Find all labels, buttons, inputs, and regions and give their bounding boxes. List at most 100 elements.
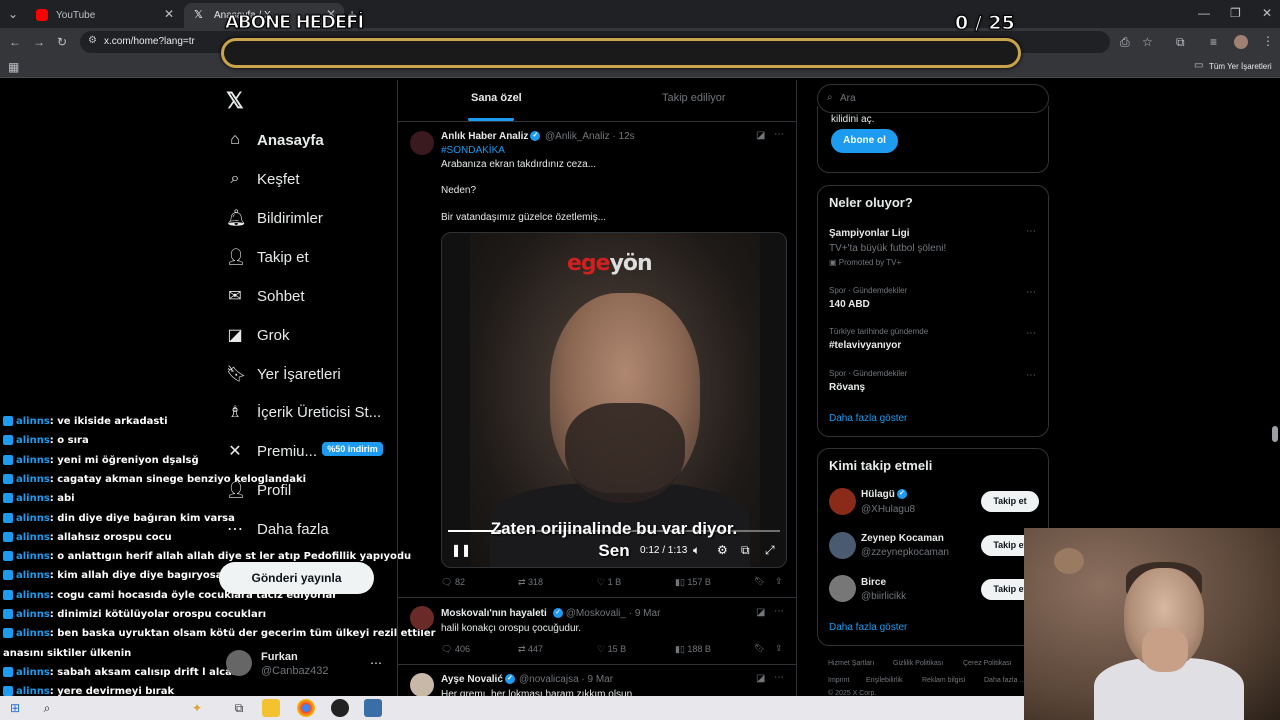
pip-icon[interactable]: ⧉ — [741, 543, 750, 558]
more-icon[interactable]: ⋯ — [1026, 370, 1036, 381]
more-icon[interactable]: ⋯ — [1026, 226, 1036, 237]
like-button[interactable]: ♡ 1 B — [597, 577, 621, 588]
hashtag-link[interactable]: #SONDAKİKA — [441, 145, 505, 156]
webcam-overlay — [1024, 528, 1280, 720]
settings-icon[interactable]: ⚙ — [717, 543, 728, 557]
repost-button[interactable]: ⇄ 447 — [518, 644, 543, 655]
obs-icon[interactable] — [331, 699, 349, 717]
twitch-icon — [3, 666, 13, 677]
reload-icon[interactable]: ↻ — [57, 35, 67, 49]
fullscreen-icon[interactable]: ⤢ — [765, 543, 775, 558]
bookmark-icon[interactable]: 🔖︎ — [754, 643, 765, 654]
show-more-link[interactable]: Daha fazla göster — [829, 622, 907, 633]
tweet-author-name[interactable]: Anlık Haber Analiz ✓ — [441, 131, 541, 142]
reply-button[interactable]: 🗨︎ 82 — [441, 577, 465, 588]
more-icon[interactable]: ⋯ — [774, 672, 784, 683]
footer-link[interactable]: Gizlilik Politikası — [893, 660, 943, 667]
tweet-handle[interactable]: ✓ @Moskovali_ · 9 Mar — [551, 608, 660, 619]
close-window-icon[interactable]: ✕ — [1262, 6, 1272, 20]
more-icon[interactable]: ⋯ — [774, 606, 784, 617]
grok-icon[interactable]: ◪ — [756, 673, 765, 684]
grok-icon[interactable]: ◪ — [756, 607, 765, 618]
show-more-link[interactable]: Daha fazla göster — [829, 413, 907, 424]
views-button[interactable]: ▮▯ 188 B — [675, 644, 711, 655]
footer-link[interactable]: Daha fazla ... — [984, 677, 1025, 684]
x-logo-icon[interactable]: 𝕏 — [226, 88, 244, 114]
footer-link[interactable]: Erişilebilirlik — [866, 677, 903, 684]
verified-icon: ✓ — [504, 674, 515, 685]
avatar — [829, 532, 856, 559]
more-icon[interactable]: ⋯ — [1026, 328, 1036, 339]
nav-item-mail[interactable]: ✉ Sohbet — [226, 284, 304, 308]
star-icon[interactable]: ☆ — [1142, 35, 1153, 49]
more-icon[interactable]: ⋯ — [370, 656, 382, 670]
reply-button[interactable]: 🗨︎ 406 — [441, 644, 470, 655]
tweet-handle[interactable]: @novalicajsa · 9 Mar — [519, 674, 613, 685]
task-view-icon[interactable]: ⧉ — [230, 699, 248, 717]
search-icon: ⌕ — [230, 170, 240, 187]
footer-link[interactable]: Reklam bilgisi — [922, 677, 965, 684]
media-icon[interactable]: ≡ — [1210, 35, 1217, 49]
page-scrollbar[interactable] — [1272, 426, 1278, 442]
chat-username: alinns — [16, 473, 50, 485]
chrome-icon[interactable] — [297, 699, 315, 717]
nav-item-follow[interactable]: 👤︎ Takip et — [226, 245, 309, 269]
forward-icon[interactable]: → — [33, 35, 45, 49]
pause-icon[interactable]: ❚❚ — [451, 543, 471, 557]
nav-item-grok[interactable]: ◪ Grok — [226, 323, 290, 347]
tab-youtube[interactable]: YouTube ✕ — [26, 3, 182, 28]
grok-icon[interactable]: ◪ — [756, 130, 765, 141]
nav-item-label: Grok — [257, 326, 290, 344]
restore-icon[interactable]: ❐ — [1230, 6, 1241, 20]
install-icon[interactable]: ⎙ — [1120, 35, 1130, 50]
volume-icon[interactable]: 🔈︎ — [693, 543, 700, 558]
account-switcher[interactable]: Furkan @Canbaz432 ⋯ — [226, 650, 386, 684]
footer-link[interactable]: Imprint — [828, 677, 849, 684]
nav-item-bookmark[interactable]: 🔖︎ Yer İşaretleri — [226, 362, 341, 386]
tweet-author-name[interactable]: Ayşe Novalić ✓ — [441, 674, 515, 685]
nav-item-home[interactable]: ⌂ Anasayfa — [226, 128, 324, 152]
nav-item-search[interactable]: ⌕ Keşfet — [226, 167, 300, 191]
tweet-author-name[interactable]: Moskovalı'nın hayaleti — [441, 608, 547, 619]
nav-item-bell[interactable]: 🔔︎ Bildirimler — [226, 206, 323, 230]
minimize-icon[interactable]: — — [1198, 6, 1210, 20]
profile-avatar[interactable] — [1234, 35, 1248, 49]
tab-for-you[interactable]: Sana özel — [471, 92, 522, 104]
more-icon[interactable]: ⋯ — [1026, 287, 1036, 298]
file-explorer-icon[interactable] — [262, 699, 280, 717]
home-timeline: Sana özel Takip ediliyor Anlık Haber Ana… — [397, 80, 797, 700]
footer-link[interactable]: Hizmet Şartları — [828, 660, 874, 667]
video-player[interactable]: egeyön Zaten orijinalinde bu var diyor. … — [441, 232, 787, 568]
extensions-icon[interactable]: ⧉ — [1176, 35, 1185, 50]
like-button[interactable]: ♡ 15 B — [597, 644, 626, 655]
tab-search-icon[interactable]: ⌄ — [8, 7, 18, 21]
browser-tab-strip: ⌄ YouTube ✕ 𝕏 Anasayfa / X ✕ + — ❐ ✕ — [0, 0, 1280, 28]
windows-start-icon[interactable]: ⊞ — [6, 699, 24, 717]
menu-icon[interactable]: ⋮ — [1262, 34, 1274, 48]
follow-button[interactable]: Takip et — [981, 491, 1039, 512]
tweet-handle[interactable]: @Anlik_Analiz · 12s — [545, 131, 635, 142]
bookmark-icon[interactable]: 🔖︎ — [754, 576, 765, 587]
more-icon[interactable]: ⋯ — [774, 129, 784, 140]
views-button[interactable]: ▮▯ 157 B — [675, 577, 711, 588]
nav-item-label: Yer İşaretleri — [257, 365, 341, 383]
all-bookmarks-label[interactable]: Tüm Yer İşaretleri — [1209, 62, 1272, 71]
footer-link[interactable]: Çerez Politikası — [963, 660, 1012, 667]
apps-icon[interactable]: ▦ — [8, 60, 19, 74]
chat-username: alinns — [16, 493, 50, 505]
chat-text: : sabah aksam calısıp drift l alcam — [49, 666, 243, 678]
repost-button[interactable]: ⇄ 318 — [518, 577, 543, 588]
post-button[interactable]: Gönderi yayınla — [219, 562, 374, 594]
share-icon[interactable]: ⇪ — [775, 643, 783, 654]
calculator-icon[interactable] — [364, 699, 382, 717]
close-tab-icon[interactable]: ✕ — [164, 7, 174, 21]
copilot-icon[interactable]: ✦ — [188, 699, 206, 717]
subscribe-button[interactable]: Abone ol — [831, 129, 898, 153]
tweet-text-line: Bir vatandaşımız güzelce özetlemiş... — [441, 212, 607, 223]
timeline-tabs: Sana özel Takip ediliyor — [398, 80, 796, 122]
search-icon[interactable]: ⌕ — [38, 699, 56, 717]
tab-following[interactable]: Takip ediliyor — [662, 92, 726, 104]
site-info-icon[interactable]: ⚙ — [88, 35, 97, 46]
share-icon[interactable]: ⇪ — [775, 576, 783, 587]
back-icon[interactable]: ← — [9, 35, 21, 49]
